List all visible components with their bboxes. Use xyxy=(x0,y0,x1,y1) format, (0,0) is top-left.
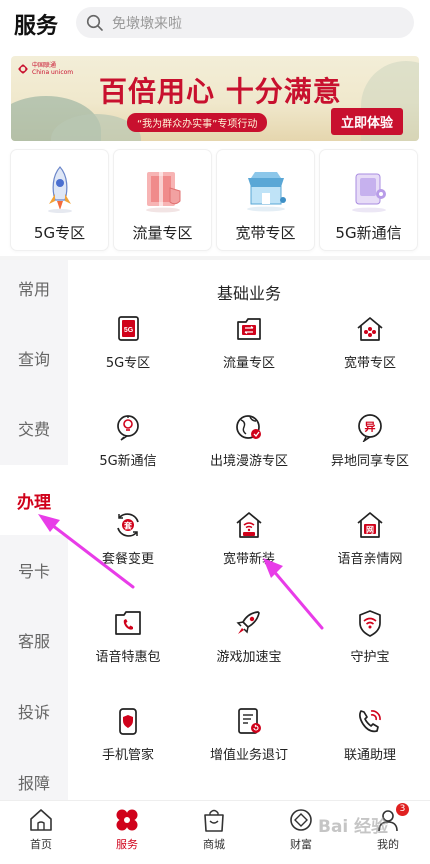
service-item-remote-share[interactable]: 异 异地同享专区 xyxy=(310,412,430,492)
service-item-broadband[interactable]: 宽带专区 xyxy=(310,314,430,394)
service-item-label: 语音特惠包 xyxy=(95,650,161,665)
unicom-logo: 中国联通 China unicom xyxy=(17,62,73,76)
sidebar-item-customer-service[interactable]: 客服 xyxy=(0,605,68,675)
search-input[interactable]: 免墩墩来啦 xyxy=(76,7,414,38)
home-network-icon xyxy=(357,317,383,341)
notification-badge: 3 xyxy=(396,803,409,816)
category-sidebar: 常用 查询 交费 办理 号卡 客服 投诉 报障 xyxy=(0,260,68,800)
tab-mall[interactable]: 商城 xyxy=(174,807,254,857)
service-item-label: 出境漫游专区 xyxy=(209,454,288,469)
page-title: 服务 xyxy=(14,14,59,39)
logo-text-cn: 中国联通 xyxy=(32,62,57,69)
baidu-watermark: Bai 经验 xyxy=(318,817,389,837)
service-item-label: 游戏加速宝 xyxy=(216,650,282,665)
service-item-voice-discount[interactable]: 语音特惠包 xyxy=(68,608,188,688)
tab-label: 商城 xyxy=(203,838,225,851)
shopping-bag-icon xyxy=(204,809,224,832)
logo-text-en: China unicom xyxy=(32,69,74,76)
feature-card-5g[interactable]: 5G专区 xyxy=(11,150,108,250)
svg-text:网: 网 xyxy=(366,526,374,535)
feature-card-traffic[interactable]: 流量专区 xyxy=(114,150,211,250)
sidebar-item-query[interactable]: 查询 xyxy=(0,323,68,393)
service-item-guardian[interactable]: 守护宝 xyxy=(310,608,430,688)
package-change-icon: 套 xyxy=(117,513,139,537)
tab-home[interactable]: 首页 xyxy=(1,807,81,857)
search-placeholder: 免墩墩来啦 xyxy=(112,15,182,32)
globe-icon xyxy=(236,415,261,439)
service-item-label: 宽带专区 xyxy=(343,356,396,371)
service-item-label: 语音亲情网 xyxy=(337,552,403,567)
feature-card-5g-new-communication[interactable]: 5G新通信 xyxy=(320,150,417,250)
service-item-5g-new-communication[interactable]: 5G新通信 xyxy=(68,412,188,492)
service-item-label: 异地同享专区 xyxy=(330,454,409,469)
home-wifi-new-icon xyxy=(236,512,262,538)
feature-card-label: 宽带专区 xyxy=(235,224,296,242)
sidebar-item-complaint[interactable]: 投诉 xyxy=(0,676,68,746)
tab-label: 我的 xyxy=(377,838,399,851)
feature-card-label: 5G新通信 xyxy=(335,224,402,242)
bulb-chat-icon xyxy=(117,415,139,441)
service-item-package-change[interactable]: 套 套餐变更 xyxy=(68,510,188,590)
service-item-broadband-install[interactable]: 宽带新装 xyxy=(189,510,309,590)
shield-wifi-icon xyxy=(359,610,381,637)
svg-text:5G: 5G xyxy=(124,327,134,334)
tab-service[interactable]: 服务 xyxy=(87,807,167,857)
banner-cta-button[interactable]: 立即体验 xyxy=(331,108,404,135)
svg-text:套: 套 xyxy=(123,521,133,531)
wealth-icon xyxy=(290,809,312,831)
service-item-label: 手机管家 xyxy=(101,748,154,763)
service-item-label: 5G专区 xyxy=(105,356,151,371)
5g-card-icon: 5G xyxy=(118,316,139,341)
message-box-icon xyxy=(351,173,386,213)
sidebar-item-handle[interactable]: 办理 xyxy=(0,465,68,535)
sidebar-item-common[interactable]: 常用 xyxy=(0,253,68,323)
section-title: 基础业务 xyxy=(216,284,281,303)
search-icon xyxy=(86,14,103,31)
service-grid-icon xyxy=(116,809,138,831)
service-item-label: 宽带新装 xyxy=(222,552,275,567)
feature-card-label: 5G专区 xyxy=(33,224,86,242)
service-item-unsubscribe[interactable]: 增值业务退订 xyxy=(189,706,309,786)
service-item-label: 5G新通信 xyxy=(99,454,157,469)
service-item-game-boost[interactable]: 游戏加速宝 xyxy=(189,608,309,688)
sidebar-item-number-card[interactable]: 号卡 xyxy=(0,535,68,605)
phone-shield-icon xyxy=(119,708,137,735)
service-content: 基础业务 5G 5G专区 流量专区 宽带专区 5G新通信 出境漫游专区 异 异地… xyxy=(68,260,430,800)
service-item-phone-manager[interactable]: 手机管家 xyxy=(68,706,188,786)
sidebar-item-payment[interactable]: 交费 xyxy=(0,393,68,463)
banner-section: 中国联通 China unicom 百倍用心 十分满意 “我为群众办实事”专项行… xyxy=(0,48,430,144)
service-item-label: 联通助理 xyxy=(343,748,396,763)
remote-share-icon: 异 xyxy=(358,414,382,442)
banner-subtitle: “我为群众办实事”专项行动 xyxy=(127,113,268,132)
store-icon xyxy=(246,172,286,212)
service-item-label: 守护宝 xyxy=(350,650,390,665)
service-item-roaming[interactable]: 出境漫游专区 xyxy=(189,412,309,492)
family-network-icon: 网 xyxy=(357,512,383,538)
tab-label: 财富 xyxy=(290,838,312,851)
service-item-5g[interactable]: 5G 5G专区 xyxy=(68,314,188,394)
phone-assistant-icon xyxy=(359,710,381,733)
tab-label: 首页 xyxy=(30,838,52,851)
phone-folder-icon xyxy=(115,611,141,635)
feature-card-label: 流量专区 xyxy=(132,224,193,242)
data-transfer-icon xyxy=(237,318,261,340)
service-item-label: 增值业务退订 xyxy=(209,748,288,763)
feature-cards: 5G专区 流量专区 宽带专区 5G新通信 xyxy=(0,144,430,256)
unsubscribe-icon xyxy=(238,708,261,734)
home-icon xyxy=(30,809,52,831)
service-item-unicom-assistant[interactable]: 联通助理 xyxy=(310,706,430,786)
service-item-label: 流量专区 xyxy=(222,356,275,371)
service-item-family-network[interactable]: 网 语音亲情网 xyxy=(310,510,430,590)
banner-headline: 百倍用心 十分满意 xyxy=(99,75,342,108)
promo-banner[interactable]: 中国联通 China unicom 百倍用心 十分满意 “我为群众办实事”专项行… xyxy=(11,56,419,141)
gift-box-icon xyxy=(145,172,180,213)
svg-text:异: 异 xyxy=(365,421,376,434)
service-item-traffic[interactable]: 流量专区 xyxy=(189,314,309,394)
tab-label: 服务 xyxy=(116,838,138,851)
unicom-knot-icon xyxy=(18,64,28,74)
rocket-boost-icon xyxy=(236,611,260,634)
rocket-icon xyxy=(47,166,72,213)
feature-card-broadband[interactable]: 宽带专区 xyxy=(217,150,314,250)
service-item-label: 套餐变更 xyxy=(101,552,154,567)
